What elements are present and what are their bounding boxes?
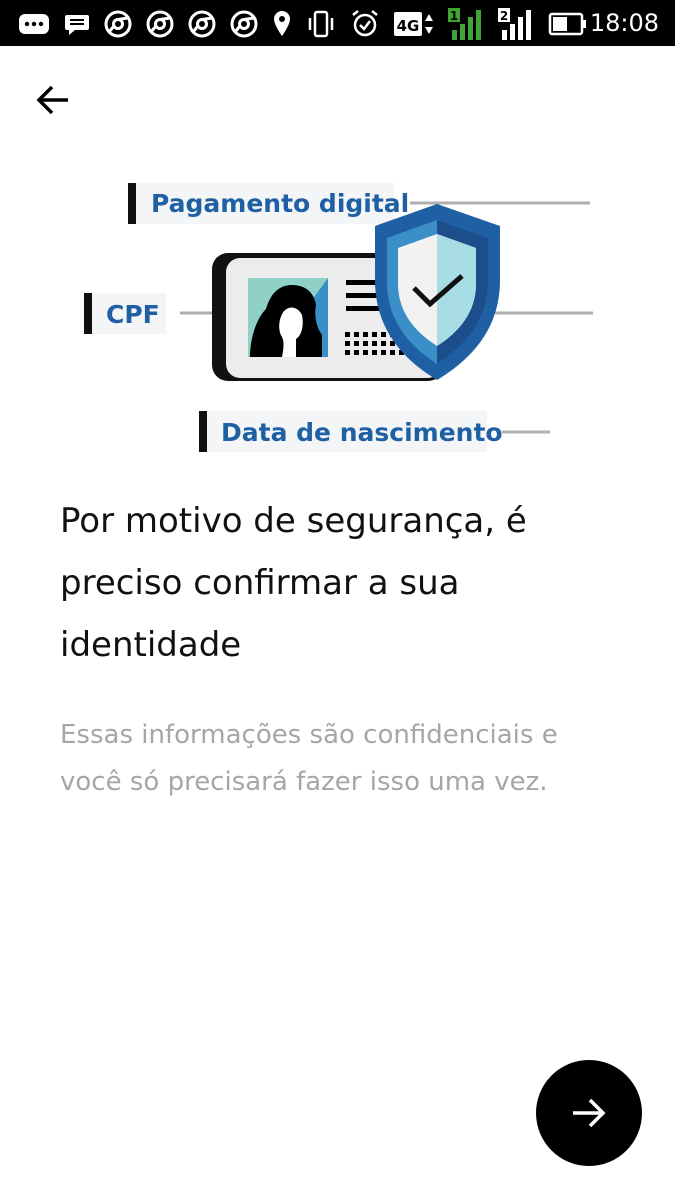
alarm-icon [352, 10, 378, 37]
chat-icon [65, 15, 89, 35]
signal-sim1-icon: 1 [448, 8, 481, 40]
status-bar: 4G 1 2 18:08 [0, 0, 675, 46]
sim2-label: 2 [500, 9, 508, 23]
status-icons: 4G 1 2 [18, 6, 588, 42]
label-birth-date: Data de nascimento [199, 411, 503, 452]
back-button[interactable] [28, 78, 78, 122]
arrow-left-icon [36, 85, 68, 115]
label-cpf: CPF [84, 293, 166, 334]
status-time: 18:08 [589, 9, 659, 37]
network-type-label: 4G [397, 17, 420, 35]
chrome-icon [146, 10, 174, 38]
location-icon [274, 11, 290, 36]
messages-icon [19, 14, 49, 34]
sim1-label: 1 [450, 9, 458, 23]
label-digital-payment: Pagamento digital [128, 183, 409, 224]
identity-illustration: Pagamento digital CPF Data de nascimento [84, 183, 593, 452]
battery-icon [548, 12, 586, 36]
next-button[interactable] [536, 1060, 642, 1166]
chrome-icon [104, 10, 132, 38]
label-digital-payment-text: Pagamento digital [151, 189, 409, 218]
headline: Por motivo de segurança, é preciso confi… [60, 501, 527, 665]
network-4g-icon: 4G [394, 12, 433, 36]
id-photo-icon [248, 278, 328, 357]
label-birth-date-text: Data de nascimento [221, 418, 503, 447]
vibrate-icon [308, 10, 334, 38]
arrow-right-icon [573, 1098, 606, 1128]
chrome-icon [230, 10, 258, 38]
signal-sim2-icon: 2 [498, 8, 531, 40]
label-cpf-text: CPF [106, 300, 160, 329]
chrome-icon [188, 10, 216, 38]
subtext: Essas informações são confidenciais e vo… [60, 720, 558, 797]
